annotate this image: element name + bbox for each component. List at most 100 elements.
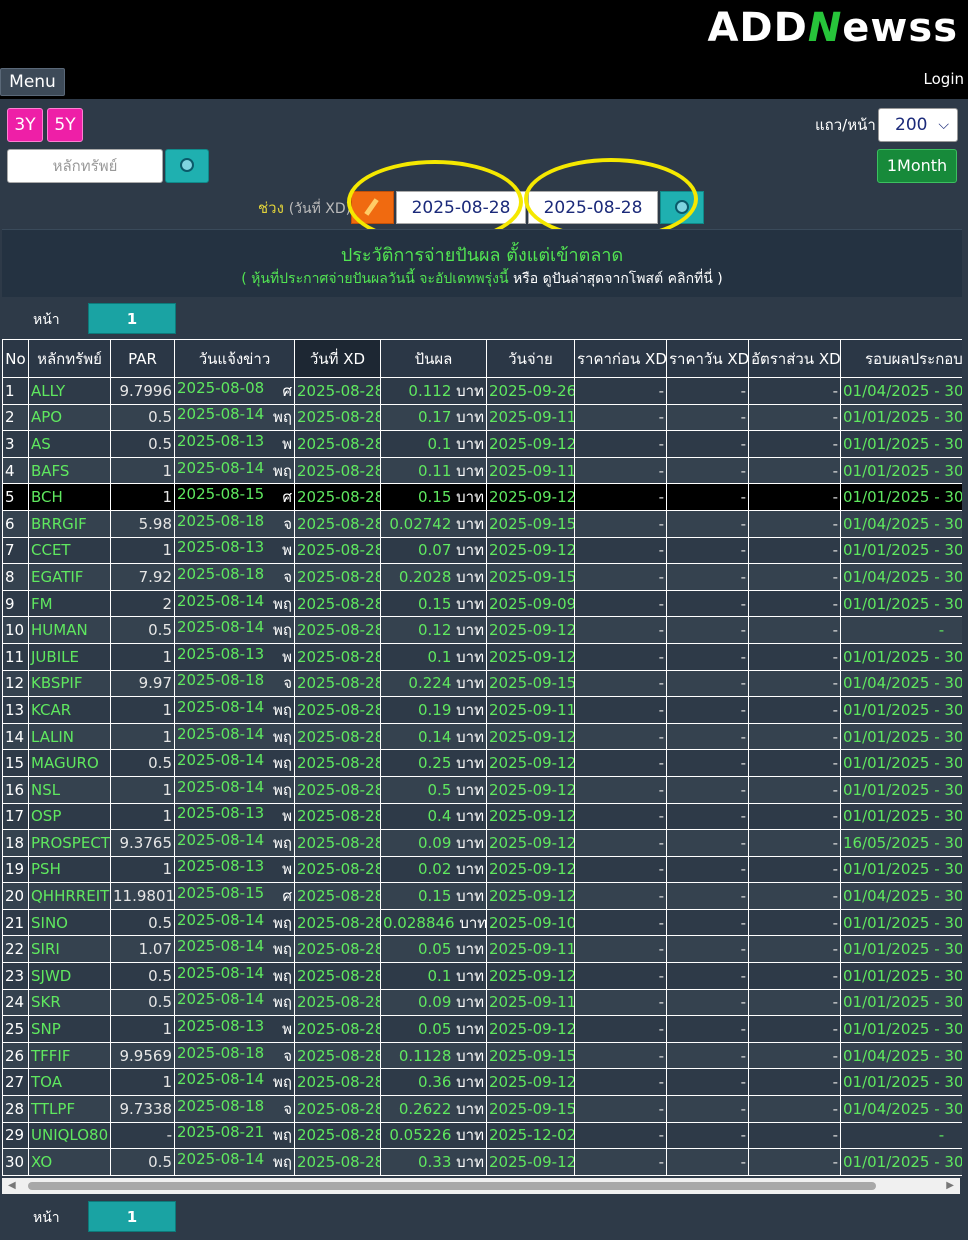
- announce-weekday: จ: [283, 1099, 292, 1118]
- latest-post-link[interactable]: ดูปันล่าสุดจากโพสต์ คลิกที่นี่ ): [543, 271, 723, 287]
- symbol-link[interactable]: SNP: [28, 1015, 111, 1043]
- table-row[interactable]: 23 SJWD 0.5 2025-08-14 พฤ 2025-08-28 0.1 บาท 20…: [2, 962, 962, 990]
- symbol-link[interactable]: BRRGIF: [28, 509, 111, 538]
- table-row[interactable]: 10 HUMAN 0.5 2025-08-14 พฤ 2025-08-28 0.12 บาท…: [2, 616, 962, 644]
- symbol-link[interactable]: SINO: [28, 908, 111, 937]
- table-row[interactable]: 22 SIRI 1.07 2025-08-14 พฤ 2025-08-28 0.05 บาท…: [2, 935, 962, 964]
- login-link[interactable]: Login: [924, 70, 964, 88]
- symbol-search-button[interactable]: [165, 149, 209, 183]
- row-number: 19: [2, 855, 29, 884]
- table-row[interactable]: 17 OSP 1 2025-08-13 พ 2025-08-28 0.4 บาท 2025-0…: [2, 802, 962, 831]
- table-row[interactable]: 9 FM 2 2025-08-14 พฤ 2025-08-28 0.15 บาท 2025-0…: [2, 589, 962, 618]
- col-header-announce[interactable]: วันแจ้งข่าว: [174, 339, 295, 378]
- clear-dates-button[interactable]: [351, 191, 394, 224]
- symbol-link[interactable]: JUBILE: [28, 642, 111, 671]
- date-from-input[interactable]: 2025-08-28: [396, 191, 526, 224]
- col-header-dividend[interactable]: ปันผล: [380, 339, 487, 378]
- symbol-link[interactable]: HUMAN: [28, 616, 111, 644]
- symbol-link[interactable]: KBSPIF: [28, 669, 111, 698]
- col-header-par[interactable]: PAR: [110, 339, 175, 378]
- symbol-link[interactable]: UNIQLO80: [28, 1121, 111, 1150]
- table-row[interactable]: 4 BAFS 1 2025-08-14 พฤ 2025-08-28 0.11 บาท 2025…: [2, 456, 962, 485]
- col-header-ratio[interactable]: อัตราส่วน XD: [748, 339, 841, 378]
- site-logo[interactable]: ADD Newss: [707, 5, 958, 51]
- scroll-left-icon[interactable]: ◀: [8, 1180, 16, 1191]
- symbol-link[interactable]: BCH: [28, 483, 111, 511]
- table-row[interactable]: 8 EGATIF 7.92 2025-08-18 จ 2025-08-28 0.2028 บ…: [2, 563, 962, 591]
- page-button-bottom[interactable]: 1: [88, 1201, 176, 1232]
- col-header-symbol[interactable]: หลักทรัพย์: [28, 339, 111, 378]
- symbol-link[interactable]: MAGURO: [28, 749, 111, 777]
- symbol-link[interactable]: NSL: [28, 775, 111, 804]
- col-header-period[interactable]: รอบผลประกอบการ: [840, 339, 962, 378]
- horizontal-scrollbar[interactable]: ◀ ▶: [2, 1178, 960, 1194]
- table-row[interactable]: 30 XO 0.5 2025-08-14 พฤ 2025-08-28 0.33 บาท 202…: [2, 1148, 962, 1176]
- page-button-top[interactable]: 1: [88, 303, 176, 334]
- xd-date: 2025-08-28: [294, 483, 381, 511]
- dividend-value: 0.25: [417, 754, 452, 773]
- symbol-link[interactable]: FM: [28, 589, 111, 618]
- table-row[interactable]: 29 UNIQLO80-2025-08-21 พฤ 2025-08-28 0.05226…: [2, 1121, 962, 1150]
- range-3y-button[interactable]: 3Y: [7, 108, 43, 142]
- price-before-xd: -: [574, 642, 667, 671]
- symbol-link[interactable]: APO: [28, 403, 111, 432]
- table-row[interactable]: 5 BCH 1 2025-08-15 ศ 2025-08-28 0.15 บาท 2025-0…: [2, 483, 962, 511]
- col-header-xd[interactable]: วันที่ XD: [294, 339, 381, 378]
- table-row[interactable]: 19 PSH 1 2025-08-13 พ 2025-08-28 0.02 บาท 2025-…: [2, 855, 962, 884]
- scroll-right-icon[interactable]: ▶: [946, 1180, 954, 1191]
- table-row[interactable]: 15 MAGURO 0.5 2025-08-14 พฤ 2025-08-28 0.25 บา…: [2, 749, 962, 777]
- symbol-link[interactable]: SJWD: [28, 962, 111, 990]
- table-row[interactable]: 14 LALIN 1 2025-08-14 พฤ 2025-08-28 0.14 บาท 20…: [2, 722, 962, 751]
- table-row[interactable]: 18 PROSPECT 9.3765 2025-08-14 พฤ 2025-08-28 0.…: [2, 829, 962, 857]
- symbol-link[interactable]: BAFS: [28, 456, 111, 485]
- menu-button[interactable]: Menu: [0, 68, 65, 96]
- range-5y-button[interactable]: 5Y: [47, 108, 83, 142]
- symbol-link[interactable]: PROSPECT: [28, 829, 111, 857]
- table-row[interactable]: 13 KCAR 1 2025-08-14 พฤ 2025-08-28 0.19 บาท 202…: [2, 696, 962, 724]
- table-row[interactable]: 1 ALLY 9.7996 2025-08-08 ศ 2025-08-28 0.112 บา…: [2, 377, 962, 405]
- table-row[interactable]: 7 CCET 1 2025-08-13 พ 2025-08-28 0.07 บาท 2025-…: [2, 536, 962, 565]
- symbol-link[interactable]: AS: [28, 430, 111, 458]
- table-row[interactable]: 6 BRRGIF 5.98 2025-08-18 จ 2025-08-28 0.02742 …: [2, 509, 962, 538]
- symbol-link[interactable]: EGATIF: [28, 563, 111, 591]
- symbol-search-input[interactable]: หลักทรัพย์: [7, 149, 163, 183]
- banner-title: ประวัติการจ่ายปันผล ตั้งแต่เข้าตลาด: [340, 245, 624, 266]
- symbol-link[interactable]: TFFIF: [28, 1041, 111, 1070]
- table-row[interactable]: 27 TOA 1 2025-08-14 พฤ 2025-08-28 0.36 บาท 2025…: [2, 1068, 962, 1097]
- date-search-button[interactable]: [660, 191, 704, 224]
- symbol-link[interactable]: OSP: [28, 802, 111, 831]
- symbol-link[interactable]: ALLY: [28, 377, 111, 405]
- col-header-paydate[interactable]: วันจ่าย: [486, 339, 575, 378]
- price-on-xd: -: [666, 1121, 749, 1150]
- col-header-no[interactable]: No: [2, 339, 29, 378]
- symbol-link[interactable]: QHHRREIT: [28, 882, 111, 910]
- date-to-input[interactable]: 2025-08-28: [528, 191, 658, 224]
- symbol-link[interactable]: TTLPF: [28, 1095, 111, 1123]
- row-number: 8: [2, 563, 29, 591]
- col-header-price-before[interactable]: ราคาก่อน XD: [574, 339, 667, 378]
- symbol-link[interactable]: XO: [28, 1148, 111, 1176]
- rows-per-page-select[interactable]: 200 ⌵: [878, 108, 958, 142]
- table-row[interactable]: 16 NSL 1 2025-08-14 พฤ 2025-08-28 0.5 บาท 2025-…: [2, 775, 962, 804]
- table-row[interactable]: 3 AS 0.5 2025-08-13 พ 2025-08-28 0.1 บาท 2025-0…: [2, 430, 962, 458]
- table-row[interactable]: 21 SINO 0.5 2025-08-14 พฤ 2025-08-28 0.028846 …: [2, 908, 962, 937]
- symbol-link[interactable]: PSH: [28, 855, 111, 884]
- scrollbar-thumb[interactable]: [28, 1182, 876, 1190]
- table-row[interactable]: 24 SKR 0.5 2025-08-14 พฤ 2025-08-28 0.09 บาท 20…: [2, 988, 962, 1017]
- symbol-link[interactable]: LALIN: [28, 722, 111, 751]
- symbol-link[interactable]: CCET: [28, 536, 111, 565]
- symbol-link[interactable]: SIRI: [28, 935, 111, 964]
- col-header-price-xd[interactable]: ราคาวัน XD: [666, 339, 749, 378]
- table-row[interactable]: 11 JUBILE 1 2025-08-13 พ 2025-08-28 0.1 บาท 202…: [2, 642, 962, 671]
- symbol-link[interactable]: SKR: [28, 988, 111, 1017]
- table-row[interactable]: 20 QHHRREIT 11.9801 2025-08-15 ศ 2025-08-28 0.…: [2, 882, 962, 910]
- symbol-link[interactable]: KCAR: [28, 696, 111, 724]
- table-row[interactable]: 2 APO 0.5 2025-08-14 พฤ 2025-08-28 0.17 บาท 202…: [2, 403, 962, 432]
- table-row[interactable]: 12 KBSPIF 9.97 2025-08-18 จ 2025-08-28 0.224 บ…: [2, 669, 962, 698]
- table-row[interactable]: 25 SNP 1 2025-08-13 พ 2025-08-28 0.05 บาท 2025-…: [2, 1015, 962, 1043]
- symbol-link[interactable]: TOA: [28, 1068, 111, 1097]
- performance-period: 01/01/2025 - 30/06/2025: [840, 749, 962, 777]
- table-row[interactable]: 28 TTLPF 9.7338 2025-08-18 จ 2025-08-28 0.2622…: [2, 1095, 962, 1123]
- one-month-button[interactable]: 1Month: [877, 149, 957, 183]
- table-row[interactable]: 26 TFFIF 9.9569 2025-08-18 จ 2025-08-28 0.1128…: [2, 1041, 962, 1070]
